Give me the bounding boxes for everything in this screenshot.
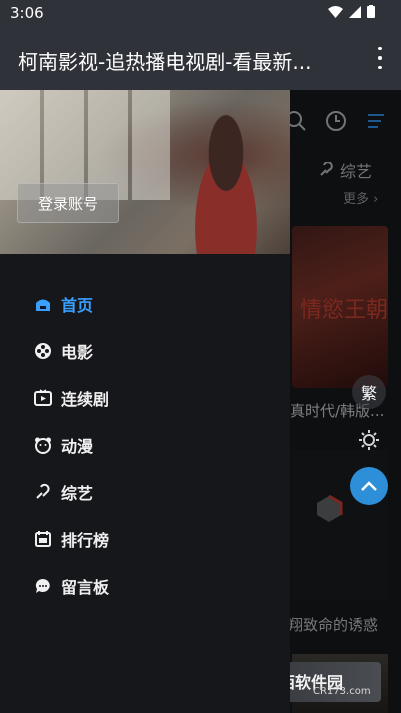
watermark-url: CR173.com xyxy=(313,686,371,697)
menu-item-tv-series[interactable]: 连续剧 xyxy=(0,374,290,421)
header-background-figure xyxy=(178,108,274,254)
menu-item-label: 动漫 xyxy=(61,436,94,456)
navigation-drawer: 登录账号 首页 电影 连续剧 动漫 综艺 排行榜 留言板 xyxy=(0,90,290,713)
status-bar: 3:06 xyxy=(0,0,401,26)
menu-item-home[interactable]: 首页 xyxy=(0,280,290,327)
signal-icon xyxy=(349,5,361,18)
traditional-chinese-toggle[interactable]: 繁 xyxy=(352,375,386,409)
app-title: 柯南影视-追热播电视剧-看最新... xyxy=(18,50,312,74)
scroll-to-top-button[interactable] xyxy=(350,467,388,505)
menu-item-movies[interactable]: 电影 xyxy=(0,327,290,374)
login-button[interactable]: 登录账号 xyxy=(17,183,119,223)
wifi-icon xyxy=(328,5,343,18)
menu-item-label: 首页 xyxy=(61,295,94,315)
film-reel-icon xyxy=(34,342,52,360)
status-time: 3:06 xyxy=(10,4,44,22)
menu-item-label: 留言板 xyxy=(61,577,110,597)
battery-icon xyxy=(367,5,375,18)
drawer-header-image: 登录账号 xyxy=(0,90,290,254)
app-bar: 柯南影视-追热播电视剧-看最新... xyxy=(0,26,401,90)
menu-item-anime[interactable]: 动漫 xyxy=(0,421,290,468)
menu-item-label: 电影 xyxy=(61,342,94,362)
drawer-menu: 首页 电影 连续剧 动漫 综艺 排行榜 留言板 xyxy=(0,280,290,609)
chevron-up-icon xyxy=(361,481,377,491)
screen: 3:06 柯南影视-追热播电视剧-看最新... 综艺 更多 › 情慾王朝 真时代… xyxy=(0,0,401,713)
calendar-rank-icon xyxy=(34,530,52,548)
menu-item-ranking[interactable]: 排行榜 xyxy=(0,515,290,562)
status-icons xyxy=(328,5,375,18)
tv-icon xyxy=(34,388,52,407)
menu-item-label: 排行榜 xyxy=(61,530,110,550)
bear-icon xyxy=(34,436,52,454)
home-icon xyxy=(34,295,52,313)
overflow-menu-icon[interactable] xyxy=(375,44,385,72)
variety-icon xyxy=(34,483,52,501)
menu-item-message-board[interactable]: 留言板 xyxy=(0,562,290,609)
menu-item-variety[interactable]: 综艺 xyxy=(0,468,290,515)
chat-bubble-icon xyxy=(34,577,52,595)
menu-item-label: 连续剧 xyxy=(61,389,110,409)
settings-gear-icon[interactable] xyxy=(357,428,381,452)
menu-item-label: 综艺 xyxy=(61,483,94,503)
